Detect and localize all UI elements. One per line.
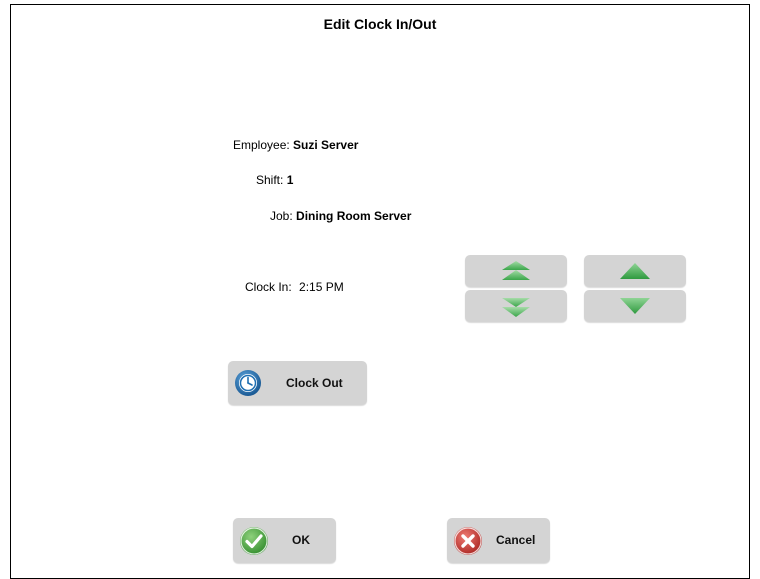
employee-row: Employee: Suzi Server xyxy=(233,138,358,152)
shift-label: Shift: xyxy=(256,173,284,187)
cancel-x-icon xyxy=(454,527,482,555)
increment-button[interactable] xyxy=(584,255,686,287)
dialog-title: Edit Clock In/Out xyxy=(323,16,437,32)
triangle-up-icon xyxy=(620,263,650,279)
clock-in-label: Clock In: xyxy=(245,280,292,294)
ok-label: OK xyxy=(292,533,310,547)
page-down-button[interactable] xyxy=(465,290,567,322)
job-value: Dining Room Server xyxy=(296,209,412,223)
double-chevron-up-icon xyxy=(502,261,530,280)
page-up-button[interactable] xyxy=(465,255,567,287)
shift-row: Shift: 1 xyxy=(256,173,293,187)
job-label: Job: xyxy=(270,209,293,223)
employee-value: Suzi Server xyxy=(293,138,359,152)
employee-label: Employee: xyxy=(233,138,290,152)
cancel-label: Cancel xyxy=(496,533,536,547)
clock-out-label: Clock Out xyxy=(286,376,343,390)
ok-button[interactable]: OK xyxy=(233,518,336,563)
double-chevron-down-icon xyxy=(502,298,530,317)
clock-icon xyxy=(235,370,261,396)
decrement-button[interactable] xyxy=(584,290,686,322)
job-row: Job: Dining Room Server xyxy=(270,209,411,223)
shift-value: 1 xyxy=(286,173,294,187)
checkmark-icon xyxy=(240,527,268,555)
clock-in-value: 2:15 PM xyxy=(299,280,344,294)
clock-out-button[interactable]: Clock Out xyxy=(228,361,367,405)
cancel-button[interactable]: Cancel xyxy=(447,518,550,563)
clock-in-row: Clock In: 2:15 PM xyxy=(245,280,344,294)
triangle-down-icon xyxy=(620,298,650,314)
